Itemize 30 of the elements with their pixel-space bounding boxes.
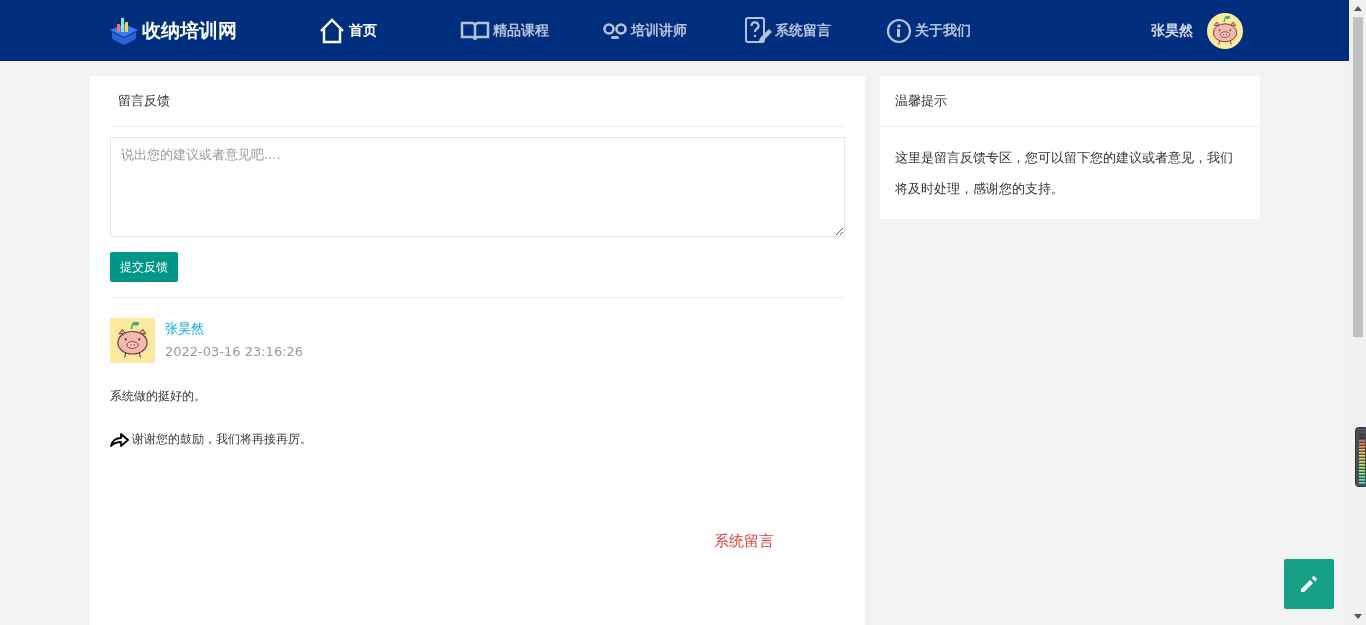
floating-label: 系统留言 bbox=[714, 532, 774, 551]
scroll-up-icon[interactable] bbox=[1353, 6, 1362, 11]
nav-link[interactable]: 培训讲师 bbox=[602, 16, 744, 45]
book-icon bbox=[460, 19, 490, 42]
card-title: 温馨提示 bbox=[895, 92, 947, 110]
glasses-icon bbox=[602, 21, 628, 40]
nav-link[interactable]: 首页 bbox=[318, 16, 460, 45]
scroll-down-icon[interactable] bbox=[1353, 614, 1362, 619]
nav-link[interactable]: 系统留言 bbox=[744, 16, 886, 45]
avatar-icon bbox=[110, 318, 155, 363]
reply-text: 谢谢您的鼓励，我们将再接再厉。 bbox=[132, 431, 312, 448]
edit-button[interactable] bbox=[1284, 559, 1334, 609]
tips-text: 这里是留言反馈专区，您可以留下您的建议或者意见，我们将及时处理，感谢您的支持。 bbox=[894, 149, 1234, 198]
message-time: 2022-03-16 23:16:26 bbox=[165, 344, 304, 359]
pencil-icon bbox=[1299, 574, 1319, 594]
nav-link[interactable]: 精品课程 bbox=[460, 16, 602, 45]
user-name[interactable]: 张昊然 bbox=[1151, 21, 1193, 40]
avatar-icon[interactable] bbox=[1207, 12, 1243, 49]
nav-link[interactable]: 关于我们 bbox=[886, 16, 1028, 45]
card-title: 留言反馈 bbox=[118, 92, 170, 110]
house-icon bbox=[318, 17, 346, 44]
info-icon bbox=[886, 17, 912, 44]
meter-widget-drawing bbox=[1355, 427, 1366, 487]
site-logo[interactable]: 收纳培训网 bbox=[142, 17, 237, 44]
logo-icon bbox=[108, 15, 140, 46]
feedback-input-field[interactable]: 说出您的建议或者意见吧.... bbox=[110, 137, 845, 237]
reply-arrow-icon bbox=[110, 432, 129, 447]
question-document-icon bbox=[744, 16, 772, 45]
submit-feedback-button[interactable]: 提交反馈 bbox=[110, 252, 178, 282]
message-text: 系统做的挺好的。 bbox=[110, 388, 207, 405]
